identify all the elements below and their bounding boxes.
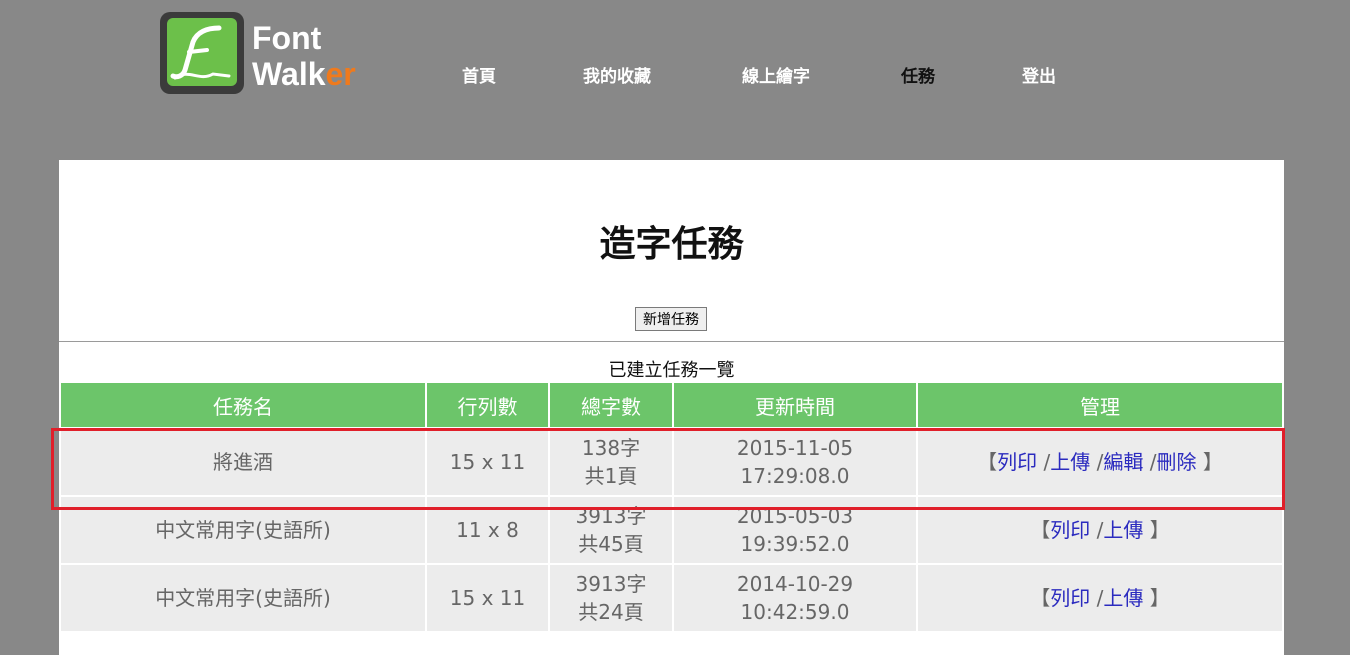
content-panel: 造字任務 新增任務 已建立任務一覽 任務名 行列數 總字數 更新時間 管理 將進… (59, 160, 1284, 655)
task-actions: 【列印 /上傳 】 (918, 497, 1282, 563)
task-char-count: 3913字 共24頁 (550, 565, 672, 631)
header-grid[interactable]: 行列數 (427, 383, 548, 427)
task-grid: 15 x 11 (427, 429, 548, 495)
page-title: 造字任務 (599, 224, 744, 265)
upload-link[interactable]: 上傳 (1103, 586, 1143, 610)
logo-icon-frame (160, 12, 244, 94)
table-row: 中文常用字(史語所) 11 x 8 3913字 共45頁 2015-05-03 19… (61, 497, 1282, 563)
task-char-count: 3913字 共45頁 (550, 497, 672, 563)
print-link[interactable]: 列印 (1050, 586, 1090, 610)
task-updated: 2015-11-05 17:29:08.0 (674, 429, 916, 495)
task-updated: 2014-10-29 10:42:59.0 (674, 565, 916, 631)
header-total-chars[interactable]: 總字數 (550, 383, 672, 427)
logo-text-walker: Walker (252, 56, 356, 92)
header-updated-time[interactable]: 更新時間 (674, 383, 916, 427)
print-link[interactable]: 列印 (1050, 518, 1090, 542)
table-header-row: 任務名 行列數 總字數 更新時間 管理 (61, 383, 1282, 427)
task-list-title: 已建立任務一覽 (608, 360, 735, 381)
task-name: 將進酒 (61, 429, 425, 495)
nav-home[interactable]: 首頁 (462, 62, 496, 87)
nav-logout[interactable]: 登出 (1022, 62, 1056, 87)
task-updated: 2015-05-03 19:39:52.0 (674, 497, 916, 563)
pen-f-icon (167, 18, 237, 86)
task-name: 中文常用字(史語所) (61, 497, 425, 563)
fontwalker-logo[interactable]: Font Walker (158, 12, 378, 98)
table-row: 中文常用字(史語所) 15 x 11 3913字 共24頁 2014-10-29 1… (61, 565, 1282, 631)
new-task-button[interactable]: 新增任務 (635, 307, 707, 331)
task-name: 中文常用字(史語所) (61, 565, 425, 631)
task-actions: 【列印 /上傳 】 (918, 565, 1282, 631)
task-grid: 11 x 8 (427, 497, 548, 563)
delete-link[interactable]: 刪除 (1156, 450, 1196, 474)
edit-link[interactable]: 編輯 (1103, 450, 1143, 474)
task-table: 任務名 行列數 總字數 更新時間 管理 將進酒 15 x 11 138字 共1頁 … (59, 381, 1284, 633)
task-actions: 【列印 /上傳 /編輯 /刪除 】 (918, 429, 1282, 495)
table-row: 將進酒 15 x 11 138字 共1頁 2015-11-05 17:29:08.0… (61, 429, 1282, 495)
nav-draw-online[interactable]: 線上繪字 (742, 62, 810, 87)
upload-link[interactable]: 上傳 (1050, 450, 1090, 474)
upload-link[interactable]: 上傳 (1103, 518, 1143, 542)
print-link[interactable]: 列印 (997, 450, 1037, 474)
header-task-name[interactable]: 任務名 (61, 383, 425, 427)
nav-favorites[interactable]: 我的收藏 (583, 62, 651, 87)
nav-tasks[interactable]: 任務 (901, 62, 935, 87)
task-grid: 15 x 11 (427, 565, 548, 631)
task-char-count: 138字 共1頁 (550, 429, 672, 495)
header-manage: 管理 (918, 383, 1282, 427)
logo-text-font: Font (252, 20, 322, 56)
divider (59, 341, 1284, 342)
